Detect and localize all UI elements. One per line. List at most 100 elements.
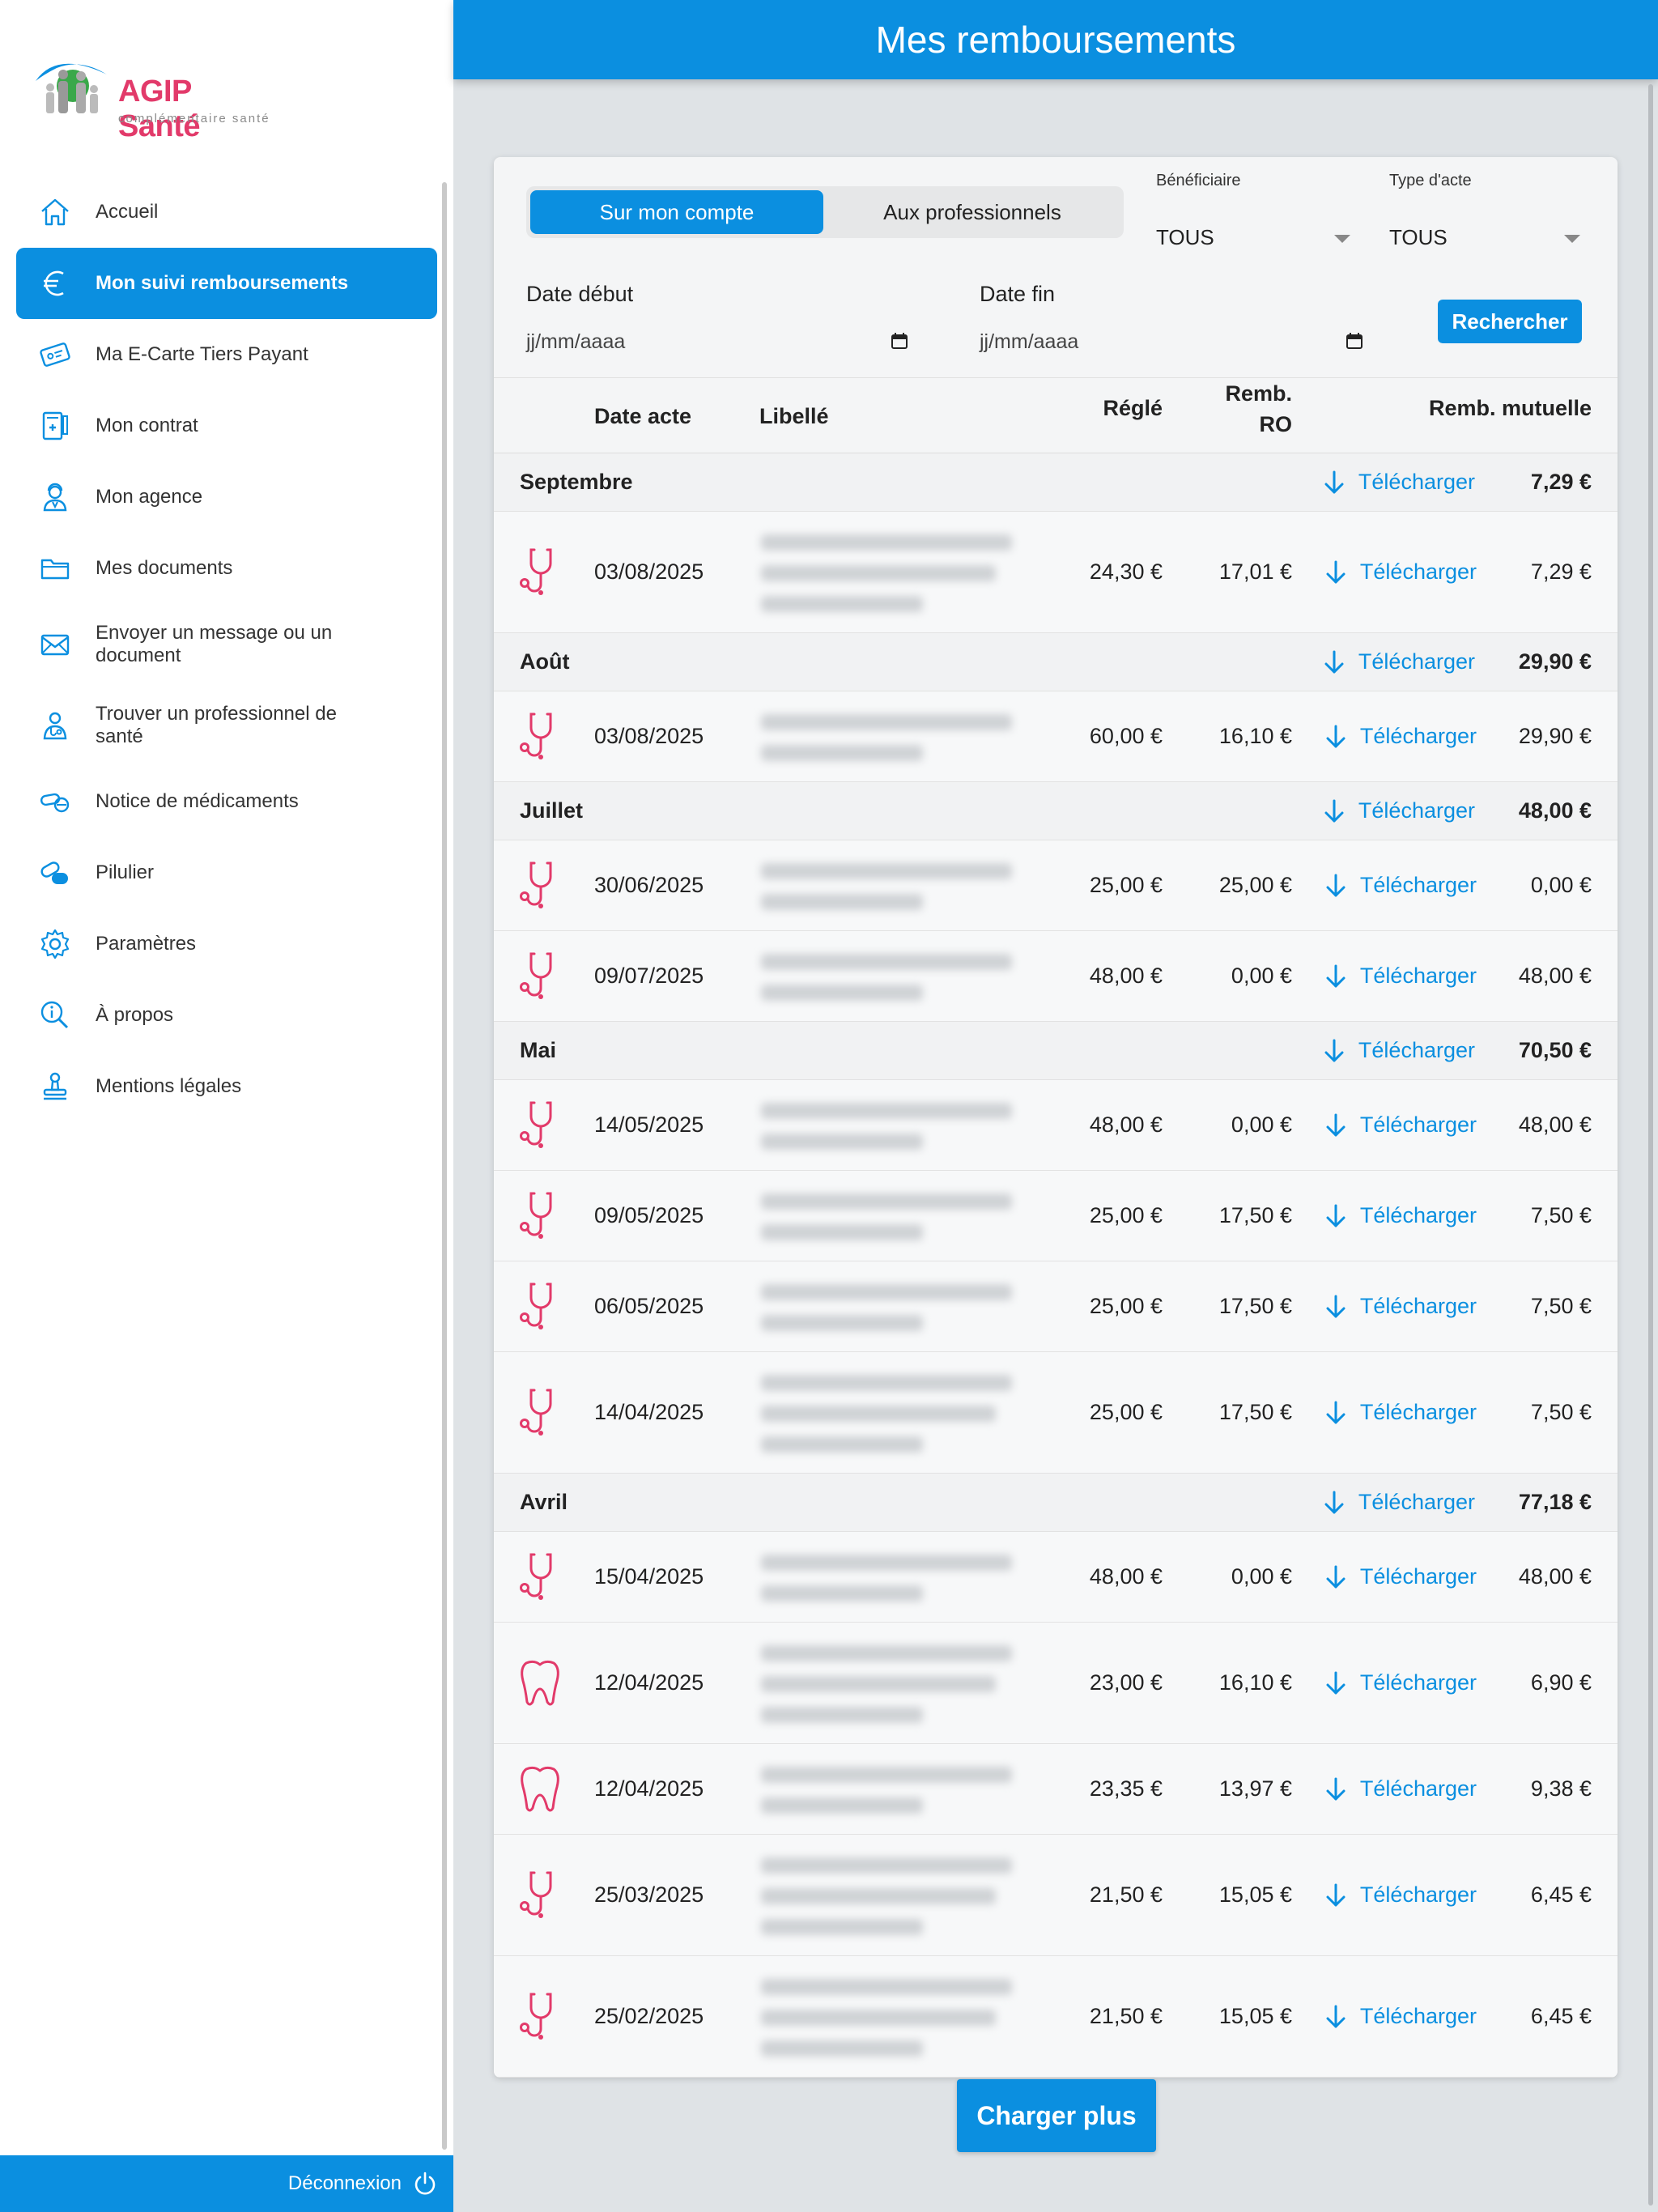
- sidebar-item-12[interactable]: À propos: [16, 980, 437, 1051]
- sidebar-item-8[interactable]: Trouver un professionnel de santé: [16, 685, 437, 766]
- table-row[interactable]: 09/07/2025 48,00 € 0,00 € Télécharger 48…: [494, 931, 1618, 1022]
- download-link[interactable]: Télécharger: [1324, 963, 1477, 989]
- sidebar-item-6[interactable]: Mes documents: [16, 533, 437, 604]
- blurred-label-line: [761, 1857, 1012, 1874]
- download-link[interactable]: Télécharger: [1324, 1670, 1477, 1695]
- table-row[interactable]: 14/04/2025 25,00 € 17,50 € Télécharger 7…: [494, 1352, 1618, 1474]
- search-button[interactable]: Rechercher: [1438, 300, 1582, 343]
- download-label: Télécharger: [1358, 470, 1475, 494]
- month-total: 77,18 €: [1518, 1490, 1592, 1514]
- mutual-amount: 6,45 €: [1530, 1882, 1592, 1907]
- blurred-label-line: [761, 745, 923, 761]
- sidebar-item-4[interactable]: Mon contrat: [16, 390, 437, 462]
- table-row[interactable]: 25/03/2025 21,50 € 15,05 € Télécharger 6…: [494, 1835, 1618, 1956]
- ro-amount: 15,05 €: [1218, 2004, 1292, 2028]
- download-link[interactable]: Télécharger: [1324, 873, 1477, 898]
- table-row[interactable]: 12/04/2025 23,35 € 13,97 € Télécharger 9…: [494, 1744, 1618, 1835]
- sidebar-item-11[interactable]: Paramètres: [16, 908, 437, 980]
- download-month-link[interactable]: Télécharger: [1323, 470, 1475, 495]
- blurred-label-line: [761, 1134, 923, 1150]
- download-link[interactable]: Télécharger: [1324, 2004, 1477, 2029]
- sidebar-item-label: Paramètres: [96, 933, 197, 955]
- blurred-label-line: [761, 1979, 1012, 1995]
- table-row[interactable]: 09/05/2025 25,00 € 17,50 € Télécharger 7…: [494, 1171, 1618, 1261]
- blurred-label-line: [761, 1224, 923, 1240]
- blurred-label-line: [761, 534, 1012, 551]
- sidebar-item-label: Pilulier: [96, 861, 155, 883]
- paid-amount: 48,00 €: [1089, 1112, 1163, 1137]
- download-link[interactable]: Télécharger: [1324, 559, 1477, 585]
- blurred-label-line: [761, 596, 923, 612]
- blurred-label-line: [761, 1767, 1012, 1783]
- ro-amount: 17,50 €: [1218, 1294, 1292, 1318]
- sidebar-item-9[interactable]: Notice de médicaments: [16, 766, 437, 837]
- download-label: Télécharger: [1359, 1882, 1477, 1907]
- sidebar-item-13[interactable]: Mentions légales: [16, 1051, 437, 1122]
- download-link[interactable]: Télécharger: [1324, 1294, 1477, 1319]
- sidebar-item-7[interactable]: Envoyer un message ou un document: [16, 604, 437, 685]
- download-link[interactable]: Télécharger: [1324, 1882, 1477, 1908]
- download-link[interactable]: Télécharger: [1324, 1564, 1477, 1589]
- mutual-amount: 48,00 €: [1518, 963, 1592, 988]
- download-link[interactable]: Télécharger: [1324, 1112, 1477, 1138]
- download-arrow-icon: [1326, 1565, 1346, 1588]
- calendar-icon[interactable]: [1346, 332, 1363, 350]
- act-date: 09/05/2025: [594, 1203, 704, 1227]
- download-label: Télécharger: [1359, 1112, 1477, 1137]
- card-icon: [37, 337, 73, 372]
- download-link[interactable]: Télécharger: [1324, 1203, 1477, 1228]
- act-date: 14/04/2025: [594, 1400, 704, 1424]
- download-month-link[interactable]: Télécharger: [1323, 798, 1475, 823]
- act-type-select[interactable]: Type d'acte TOUS: [1389, 172, 1580, 249]
- logout-button[interactable]: Déconnexion: [0, 2155, 453, 2212]
- download-link[interactable]: Télécharger: [1324, 1400, 1477, 1425]
- load-more-button[interactable]: Charger plus: [957, 2079, 1156, 2152]
- table-row[interactable]: 03/08/2025 60,00 € 16,10 € Télécharger 2…: [494, 691, 1618, 782]
- download-link[interactable]: Télécharger: [1324, 1776, 1477, 1802]
- ro-amount: 17,01 €: [1218, 559, 1292, 584]
- date-start-input[interactable]: jj/mm/aaaa: [526, 330, 625, 354]
- month-total: 7,29 €: [1530, 470, 1592, 494]
- calendar-icon[interactable]: [891, 332, 908, 350]
- blurred-label-line: [761, 1707, 923, 1723]
- tab-professionals[interactable]: Aux professionnels: [826, 190, 1119, 234]
- blurred-label-line: [761, 954, 1012, 970]
- main-scrollbar[interactable]: [1648, 84, 1653, 2206]
- reimbursements-card: Sur mon compte Aux professionnels Bénéfi…: [494, 157, 1618, 2078]
- sidebar-item-10[interactable]: Pilulier: [16, 837, 437, 908]
- table-row[interactable]: 03/08/2025 24,30 € 17,01 € Télécharger 7…: [494, 512, 1618, 633]
- beneficiary-select[interactable]: Bénéficiaire TOUS: [1156, 172, 1350, 249]
- act-date: 25/03/2025: [594, 1882, 704, 1907]
- download-label: Télécharger: [1359, 559, 1477, 584]
- sidebar-scrollbar[interactable]: [442, 182, 447, 2150]
- download-month-link[interactable]: Télécharger: [1323, 649, 1475, 674]
- sidebar-item-3[interactable]: Ma E-Carte Tiers Payant: [16, 319, 437, 390]
- download-month-link[interactable]: Télécharger: [1323, 1038, 1475, 1063]
- table-row[interactable]: 06/05/2025 25,00 € 17,50 € Télécharger 7…: [494, 1261, 1618, 1352]
- table-row[interactable]: 14/05/2025 48,00 € 0,00 € Télécharger 48…: [494, 1080, 1618, 1171]
- tab-my-account[interactable]: Sur mon compte: [530, 190, 823, 234]
- download-arrow-icon: [1324, 799, 1344, 822]
- sidebar-item-1[interactable]: Accueil: [16, 177, 437, 248]
- sidebar-item-2[interactable]: Mon suivi remboursements: [16, 248, 437, 319]
- download-arrow-icon: [1326, 1204, 1346, 1227]
- stethoscope-icon: [518, 1100, 562, 1155]
- stethoscope-icon: [518, 861, 562, 915]
- date-end-label: Date fin: [980, 282, 1056, 306]
- download-month-link[interactable]: Télécharger: [1323, 1490, 1475, 1515]
- account-tabs: Sur mon compte Aux professionnels: [526, 186, 1124, 238]
- sidebar: AGIP Santé complémentaire santé Accueil M…: [0, 0, 453, 2212]
- download-label: Télécharger: [1359, 724, 1477, 748]
- download-label: Télécharger: [1358, 649, 1475, 674]
- sidebar-item-5[interactable]: Mon agence: [16, 462, 437, 533]
- sidebar-item-label: À propos: [96, 1004, 174, 1026]
- date-end-input[interactable]: jj/mm/aaaa: [980, 330, 1078, 354]
- table-row[interactable]: 15/04/2025 48,00 € 0,00 € Télécharger 48…: [494, 1532, 1618, 1623]
- download-link[interactable]: Télécharger: [1324, 724, 1477, 749]
- table-row[interactable]: 12/04/2025 23,00 € 16,10 € Télécharger 6…: [494, 1623, 1618, 1744]
- table-row[interactable]: 25/02/2025 21,50 € 15,05 € Télécharger 6…: [494, 1956, 1618, 2078]
- brand-name-agip: AGIP: [118, 74, 192, 108]
- blurred-label-line: [761, 985, 923, 1001]
- table-row[interactable]: 30/06/2025 25,00 € 25,00 € Télécharger 0…: [494, 840, 1618, 931]
- blurred-label-line: [761, 1919, 923, 1935]
